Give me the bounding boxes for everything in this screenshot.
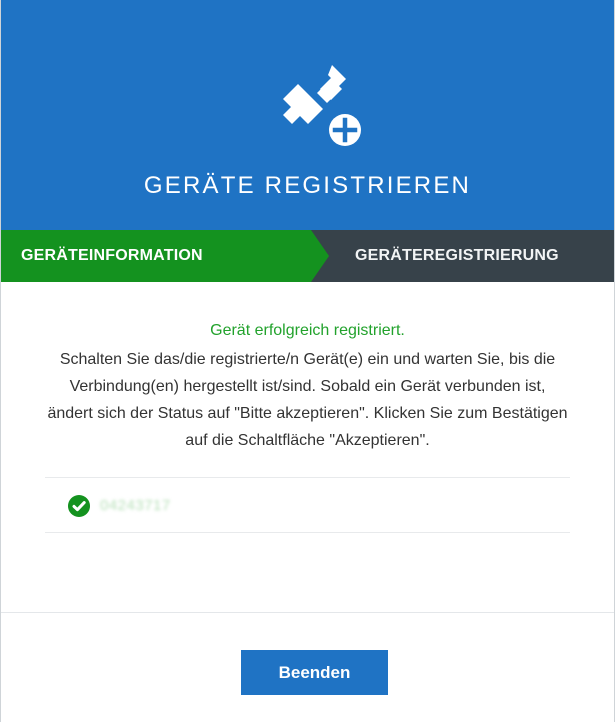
check-circle-icon bbox=[68, 495, 90, 517]
instruction-text: Schalten Sie das/die registrierte/n Gerä… bbox=[47, 351, 568, 449]
success-message: Gerät erfolgreich registriert. bbox=[210, 322, 405, 339]
footer-divider bbox=[1, 612, 614, 613]
step-device-information: GERÄTEINFORMATION bbox=[21, 247, 203, 264]
registered-device-row: 04243717 bbox=[45, 477, 570, 533]
dialog-title: GERÄTE REGISTRIEREN bbox=[143, 172, 472, 199]
dialog-header: GERÄTE REGISTRIEREN bbox=[1, 0, 614, 230]
step-device-registration: GERÄTEREGISTRIERUNG bbox=[355, 247, 559, 264]
device-plug-plus-icon bbox=[283, 65, 361, 146]
device-id: 04243717 bbox=[100, 497, 171, 514]
dialog-content: Gerät erfolgreich registriert. Schalten … bbox=[1, 282, 614, 533]
register-devices-dialog: GERÄTE REGISTRIEREN GERÄTEINFORMATION GE… bbox=[0, 0, 615, 722]
registration-stepper: GERÄTEINFORMATION GERÄTEREGISTRIERUNG bbox=[1, 230, 614, 282]
finish-button[interactable]: Beenden bbox=[241, 650, 388, 695]
